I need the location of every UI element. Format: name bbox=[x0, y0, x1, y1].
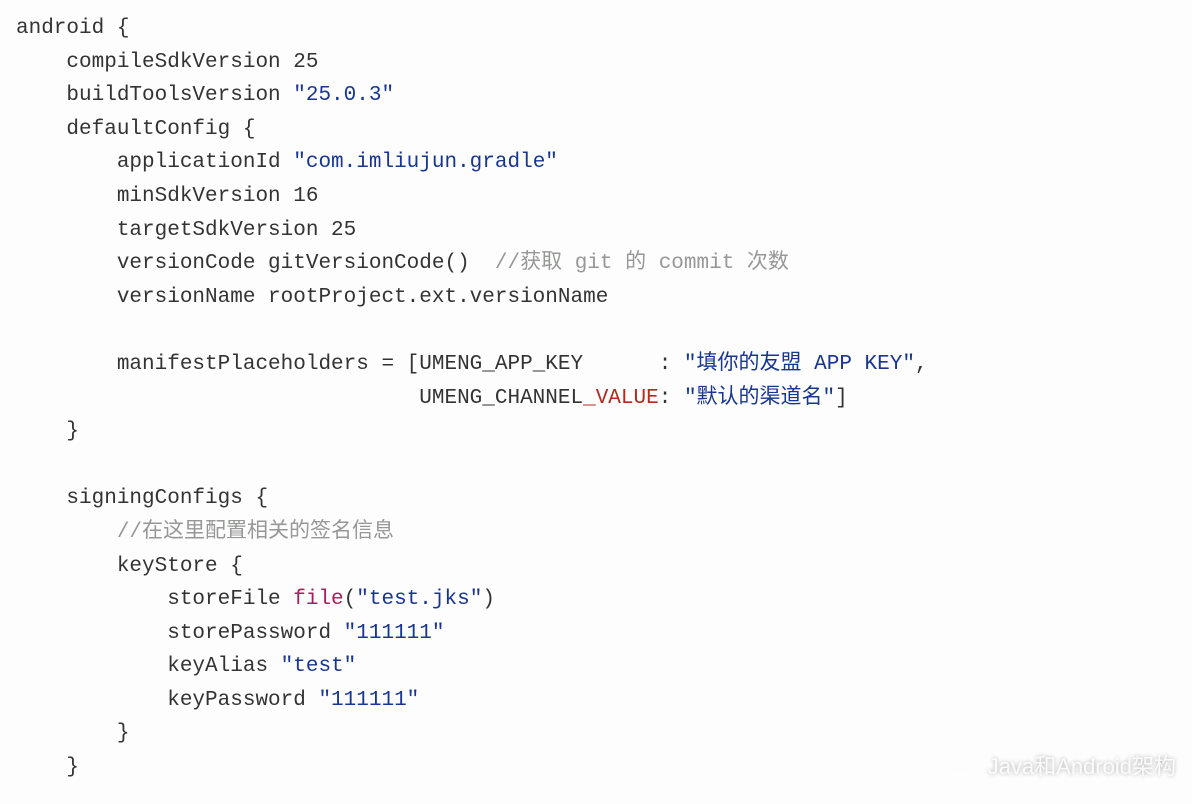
code-line: } bbox=[16, 722, 129, 745]
code-block: android { compileSdkVersion 25 buildTool… bbox=[0, 0, 1192, 797]
code-line: } bbox=[16, 420, 79, 443]
code-line: storePassword "111111" bbox=[16, 622, 444, 645]
code-line: defaultConfig { bbox=[16, 118, 255, 141]
code-line: minSdkVersion 16 bbox=[16, 185, 318, 208]
code-line: applicationId "com.imliujun.gradle" bbox=[16, 151, 558, 174]
code-line: buildToolsVersion "25.0.3" bbox=[16, 84, 394, 107]
code-line: UMENG_CHANNEL_VALUE: "默认的渠道名"] bbox=[16, 387, 848, 410]
code-line: keyStore { bbox=[16, 555, 243, 578]
code-line: //在这里配置相关的签名信息 bbox=[16, 521, 394, 544]
code-line: versionCode gitVersionCode() //获取 git 的 … bbox=[16, 252, 789, 275]
code-line: keyAlias "test" bbox=[16, 655, 356, 678]
code-line: android { bbox=[16, 17, 129, 40]
code-line: compileSdkVersion 25 bbox=[16, 51, 318, 74]
code-line: } bbox=[16, 756, 79, 779]
code-line: targetSdkVersion 25 bbox=[16, 219, 356, 242]
code-line: manifestPlaceholders = [UMENG_APP_KEY : … bbox=[16, 353, 928, 376]
code-line: signingConfigs { bbox=[16, 487, 268, 510]
code-line: versionName rootProject.ext.versionName bbox=[16, 286, 608, 309]
code-line: keyPassword "111111" bbox=[16, 689, 419, 712]
code-line: storeFile file("test.jks") bbox=[16, 588, 495, 611]
